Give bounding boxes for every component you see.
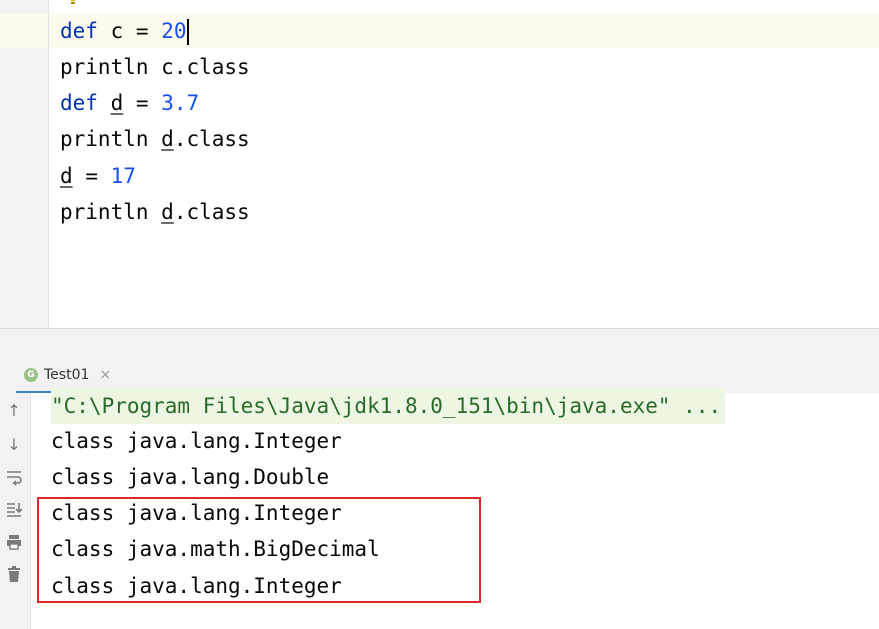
console-command-line: "C:\Program Files\Java\jdk1.8.0_151\bin\… — [51, 388, 726, 424]
number-literal: 20 — [161, 19, 187, 43]
property-access: .class — [173, 55, 250, 79]
trash-icon[interactable] — [5, 565, 23, 583]
gutter-current-line — [0, 13, 48, 48]
property-access: .class — [173, 127, 250, 151]
code-line-1[interactable]: def c = 20 — [60, 13, 189, 49]
run-console[interactable]: ↑ ↓ "C:\Program Files\Java\jdk1.8.0_151\… — [0, 388, 879, 629]
scroll-to-end-icon[interactable] — [5, 500, 23, 518]
identifier: d — [161, 127, 174, 151]
console-output-line: class java.lang.Double — [51, 465, 330, 489]
lightbulb-icon[interactable] — [66, 0, 80, 6]
number-literal: 3.7 — [161, 91, 200, 115]
identifier: d — [110, 91, 124, 115]
close-icon[interactable]: × — [99, 367, 111, 383]
identifier: d — [60, 164, 73, 188]
code-line-5[interactable]: d = 17 — [60, 158, 136, 194]
identifier: c — [110, 19, 124, 43]
operator: = — [135, 19, 149, 43]
method-call: println — [60, 55, 149, 79]
method-call: println — [60, 200, 149, 224]
code-editor[interactable]: def c = 20 println c.class def d = 3.7 p… — [0, 0, 879, 328]
highlight-annotation-box — [37, 497, 481, 603]
keyword: def — [60, 19, 98, 43]
code-line-2[interactable]: println c.class — [60, 49, 250, 85]
identifier: d — [161, 200, 174, 224]
arrow-up-icon[interactable]: ↑ — [5, 402, 23, 420]
operator: = — [85, 164, 98, 188]
console-toolbar: ↑ ↓ — [0, 393, 31, 629]
print-icon[interactable] — [5, 533, 23, 551]
arrow-down-icon[interactable]: ↓ — [5, 436, 23, 454]
code-line-3[interactable]: def d = 3.7 — [60, 85, 199, 121]
tab-label: Test01 — [44, 367, 90, 383]
panel-splitter[interactable] — [0, 328, 879, 360]
number-literal: 17 — [110, 164, 136, 188]
editor-gutter — [0, 0, 49, 328]
method-call: println — [60, 127, 149, 151]
soft-wrap-icon[interactable] — [5, 468, 23, 486]
code-line-6[interactable]: println d.class — [60, 194, 250, 230]
groovy-icon: G — [24, 368, 38, 382]
property-access: .class — [173, 200, 250, 224]
console-output-line: class java.lang.Integer — [51, 429, 342, 453]
keyword: def — [60, 91, 98, 115]
identifier: c — [161, 55, 174, 79]
operator: = — [135, 91, 149, 115]
code-line-4[interactable]: println d.class — [60, 121, 250, 157]
text-caret — [186, 19, 189, 45]
